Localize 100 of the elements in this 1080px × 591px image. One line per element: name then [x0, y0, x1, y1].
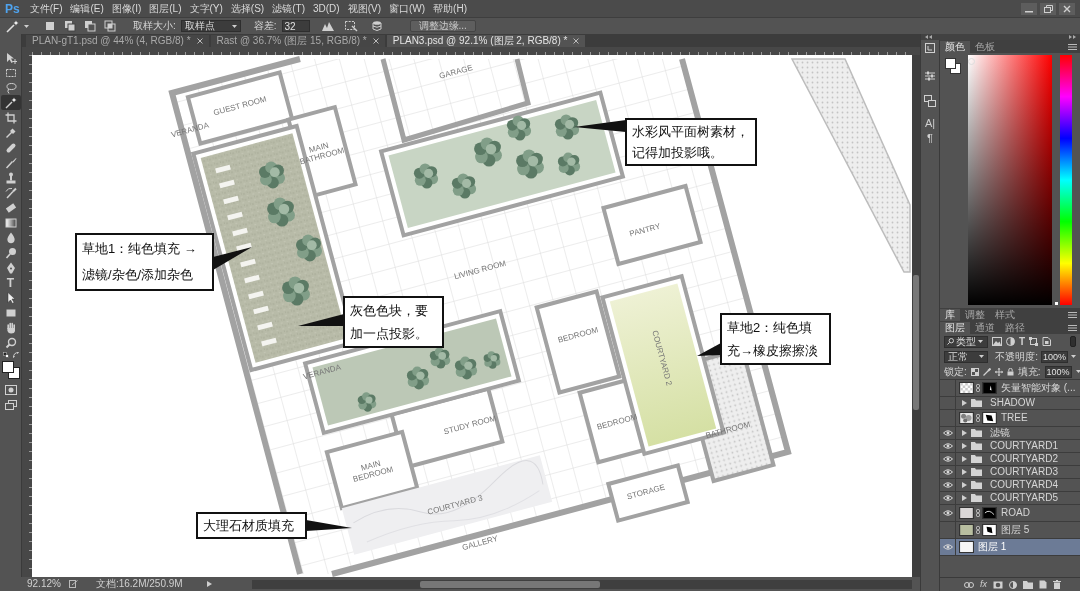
panel-tab[interactable]: 图层	[940, 322, 970, 334]
layer-row[interactable]: COURTYARD4	[940, 479, 1080, 492]
layer-row[interactable]: 图层 5	[940, 522, 1080, 539]
layer-filter-dropdown[interactable]: 类型	[944, 335, 988, 348]
panel-menu-icon[interactable]	[1068, 324, 1077, 331]
new-layer-icon[interactable]	[1039, 580, 1047, 589]
panel-tab[interactable]: 颜色	[940, 41, 970, 53]
visibility-toggle[interactable]	[940, 492, 956, 504]
panel-tab[interactable]: 调整	[960, 309, 990, 321]
caret-icon[interactable]	[962, 469, 967, 475]
checker-lock-icon[interactable]	[970, 367, 979, 376]
menu-item[interactable]: 选择(S)	[226, 1, 269, 16]
dashed-selection-icon[interactable]	[343, 20, 358, 32]
color-swatches-icon[interactable]	[945, 58, 961, 74]
layer-row[interactable]: COURTYARD5	[940, 492, 1080, 505]
opacity-field[interactable]: 100%	[1041, 350, 1068, 363]
close-icon[interactable]	[372, 38, 379, 44]
fill-field[interactable]: 100%	[1044, 365, 1072, 378]
caret-icon[interactable]	[962, 495, 967, 501]
subtract-selection-icon[interactable]	[84, 20, 96, 32]
close-icon[interactable]	[573, 38, 580, 44]
tolerance-field[interactable]: 32	[281, 20, 310, 32]
layer-row[interactable]: COURTYARD2	[940, 453, 1080, 466]
menu-item[interactable]: 视图(V)	[343, 1, 385, 16]
close-icon[interactable]	[1059, 2, 1075, 15]
panel-tab[interactable]: 通道	[970, 322, 1000, 334]
quick-mask-icon[interactable]	[4, 385, 17, 395]
padlock-icon[interactable]	[1006, 367, 1014, 376]
hue-slider-thumb[interactable]	[1055, 302, 1058, 305]
panel-tab[interactable]: 库	[940, 309, 960, 321]
default-colors-icon[interactable]	[2, 352, 9, 358]
visibility-toggle[interactable]	[940, 479, 956, 491]
menu-item[interactable]: 文字(Y)	[185, 1, 227, 16]
move-lock-icon[interactable]	[994, 367, 1003, 376]
visibility-toggle[interactable]	[940, 427, 956, 439]
document-info-icon[interactable]	[68, 580, 78, 588]
sample-size-dropdown[interactable]: 取样点	[180, 20, 241, 32]
close-icon[interactable]	[196, 38, 203, 44]
filter-toggle[interactable]	[1070, 336, 1076, 347]
layer-row[interactable]: SHADOW	[940, 397, 1080, 410]
caret-icon[interactable]	[962, 443, 967, 449]
layer-row[interactable]: 滤镜	[940, 427, 1080, 440]
horizontal-scrollbar[interactable]	[252, 579, 912, 589]
color-field[interactable]	[968, 55, 1052, 305]
expand-arrows-icon[interactable]	[1069, 35, 1076, 39]
visibility-toggle[interactable]	[940, 505, 956, 521]
caret-icon[interactable]	[962, 482, 967, 488]
folder-icon[interactable]	[1023, 580, 1033, 589]
tool-button[interactable]	[0, 95, 21, 110]
visibility-toggle[interactable]	[940, 539, 956, 555]
blend-mode-dropdown[interactable]: 正常	[944, 350, 988, 363]
panel-tab[interactable]: 色板	[970, 41, 1000, 53]
trash-icon[interactable]	[1053, 580, 1061, 589]
panel-menu-icon[interactable]	[1068, 311, 1077, 318]
menu-item[interactable]: 帮助(H)	[429, 1, 471, 16]
scrollbar-thumb[interactable]	[420, 580, 600, 588]
layer-row[interactable]: COURTYARD3	[940, 466, 1080, 479]
half-circle-icon[interactable]	[1006, 337, 1015, 346]
panel-tab[interactable]: 样式	[990, 309, 1020, 321]
caret-icon[interactable]	[962, 456, 967, 462]
swap-colors-icon[interactable]	[12, 352, 19, 358]
link-icon[interactable]	[964, 581, 974, 588]
image-icon[interactable]	[992, 337, 1002, 346]
menu-item[interactable]: 编辑(E)	[66, 1, 108, 16]
menu-item[interactable]: 窗口(W)	[385, 1, 430, 16]
panel-icon-button[interactable]	[921, 94, 939, 108]
menu-item[interactable]: 图层(L)	[145, 1, 186, 16]
vertical-scrollbar[interactable]	[912, 55, 920, 577]
panel-icon-button[interactable]: ¶	[921, 131, 939, 145]
restore-icon[interactable]	[1040, 2, 1056, 15]
fx-button[interactable]: fx	[980, 580, 987, 589]
cylinder-icon[interactable]	[370, 20, 383, 32]
layer-row[interactable]: ROAD	[940, 505, 1080, 522]
menu-item[interactable]: 3D(D)	[308, 1, 344, 16]
visibility-toggle[interactable]	[940, 466, 956, 478]
visibility-toggle[interactable]	[940, 440, 956, 452]
adjustment-icon[interactable]	[1009, 580, 1017, 589]
tool-button[interactable]: T	[0, 275, 21, 290]
minimize-icon[interactable]	[1021, 2, 1037, 15]
panel-menu-icon[interactable]	[1068, 43, 1077, 50]
brush-lock-icon[interactable]	[982, 367, 991, 376]
menu-item[interactable]: 图像(I)	[107, 1, 146, 16]
mountain-icon[interactable]	[320, 20, 335, 32]
mask-icon[interactable]	[993, 580, 1003, 589]
magic-wand-icon[interactable]	[6, 19, 19, 33]
layer-row[interactable]: 矢量智能对象 (...	[940, 380, 1080, 397]
scrollbar-thumb[interactable]	[913, 275, 919, 410]
new-selection-icon[interactable]	[44, 20, 56, 32]
screen-mode-icon[interactable]	[4, 400, 17, 410]
panel-tab[interactable]: 路径	[1000, 322, 1030, 334]
document-tab[interactable]: PLAN-gT1.psd @ 44% (4, RGB/8) *	[26, 35, 209, 47]
caret-icon[interactable]	[962, 430, 967, 436]
visibility-toggle[interactable]	[940, 453, 956, 465]
menu-item[interactable]: 文件(F)	[25, 1, 67, 16]
document-tab[interactable]: PLAN3.psd @ 92.1% (图层 2, RGB/8) *	[386, 35, 586, 47]
expand-arrow-icon[interactable]	[206, 581, 212, 587]
shape-frame-icon[interactable]	[1029, 337, 1039, 346]
smart-object-icon[interactable]	[1042, 337, 1052, 346]
refine-edge-button[interactable]: 调整边缘...	[409, 20, 476, 32]
layer-row[interactable]: 图层 1	[940, 539, 1080, 556]
